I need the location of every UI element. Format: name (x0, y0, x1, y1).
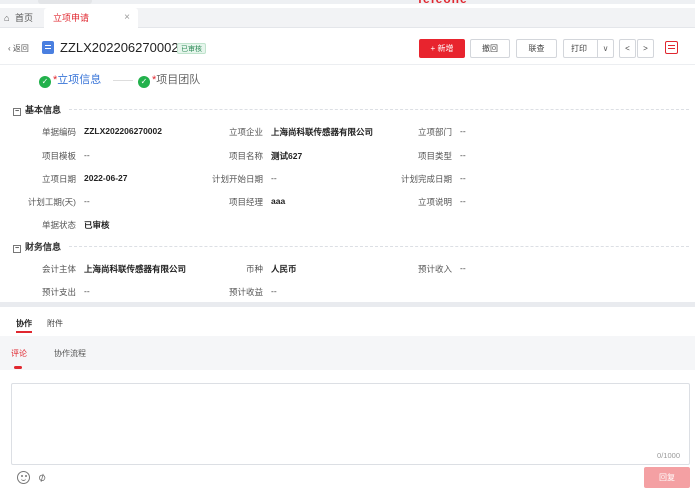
field-value-doc-no: ZZLX202206270002 (84, 126, 162, 136)
withdraw-button[interactable]: 撤回 (470, 39, 510, 58)
field-label: 计划开始日期 (211, 174, 263, 184)
document-icon (42, 41, 54, 54)
check-circle-icon: ✓ (138, 76, 150, 88)
step-label: 项目团队 (156, 74, 201, 86)
collapse-icon[interactable]: − (13, 108, 21, 116)
section-divider (69, 109, 689, 110)
field-label: 预计支出 (41, 287, 76, 297)
field-label: 单据编码 (41, 127, 76, 137)
status-badge: 已审核 (177, 43, 206, 54)
tab-bar: ⌂ 首页 立项申请 × (0, 8, 695, 28)
field-value-expense: -- (84, 286, 90, 296)
tab-project-apply-label: 立项申请 (53, 13, 90, 23)
field-value-income: -- (460, 263, 466, 273)
field-label: 项目经理 (228, 197, 263, 207)
tab-attachments[interactable]: 附件 (47, 318, 63, 329)
brand-logo: fefeone (418, 0, 468, 6)
calendar-icon[interactable] (665, 41, 678, 54)
print-button[interactable]: 打印 ∨ (563, 39, 614, 58)
field-value-profit: -- (271, 286, 277, 296)
field-label: 预计收益 (228, 287, 263, 297)
section-finance-info[interactable]: − 财务信息 (13, 240, 689, 254)
back-button[interactable]: ‹ 返回 (8, 43, 29, 54)
section-divider (69, 246, 689, 247)
step-project-info[interactable]: ✓ *立项信息 (39, 71, 101, 88)
back-label: 返回 (12, 44, 29, 53)
paperclip-icon[interactable]: ⌀ (35, 469, 48, 485)
top-strip: fefeone (0, 0, 695, 6)
field-value-dept: -- (460, 126, 466, 136)
field-label: 立项企业 (228, 127, 263, 137)
comment-input[interactable]: 0/1000 (11, 383, 690, 465)
panel-divider (0, 302, 695, 307)
comment-tabs-band: 评论 协作流程 (0, 336, 695, 370)
field-label: 项目模板 (41, 151, 76, 161)
field-label: 会计主体 (41, 264, 76, 274)
query-button[interactable]: 联查 (516, 39, 557, 58)
field-label: 项目名称 (228, 151, 263, 161)
field-label: 立项说明 (417, 197, 452, 207)
page-title: ZZLX202206270002 (60, 40, 179, 55)
add-button[interactable]: + 新增 (419, 39, 465, 58)
field-value-project-type: -- (460, 150, 466, 160)
field-value-plan-start: -- (271, 173, 277, 183)
collab-tabs: 协作 附件 (0, 318, 695, 334)
field-value-project-name: 测试627 (271, 151, 303, 161)
field-label: 计划完成日期 (400, 174, 452, 184)
field-value-manager: aaa (271, 196, 286, 206)
field-label: 单据状态 (41, 220, 76, 230)
home-icon: ⌂ (4, 13, 10, 23)
active-tab-indicator (14, 366, 22, 369)
field-label: 项目类型 (417, 151, 452, 161)
tab-comments[interactable]: 评论 (11, 348, 27, 359)
print-label: 打印 (571, 44, 587, 53)
step-label: 立项信息 (57, 74, 102, 86)
next-record-button[interactable]: > (637, 39, 654, 58)
section-title: 财务信息 (25, 242, 62, 252)
char-counter: 0/1000 (657, 451, 680, 460)
page-header: ‹ 返回 ZZLX202206270002 已审核 + 新增 撤回 联查 打印 … (0, 31, 695, 65)
field-label: 立项日期 (41, 174, 76, 184)
field-value-template: -- (84, 150, 90, 160)
field-value-currency: 人民币 (271, 264, 297, 274)
field-value-date: 2022-06-27 (84, 173, 128, 183)
field-label: 币种 (245, 264, 263, 274)
close-icon[interactable]: × (124, 8, 130, 28)
collapse-icon[interactable]: − (13, 245, 21, 253)
chevron-down-icon[interactable]: ∨ (597, 40, 613, 57)
emoji-icon[interactable] (17, 471, 30, 484)
step-project-team[interactable]: ✓ *项目团队 (138, 71, 200, 88)
tab-home-label: 首页 (15, 13, 34, 23)
tab-collab-flow[interactable]: 协作流程 (54, 348, 86, 359)
field-value-plan-end: -- (460, 173, 466, 183)
tab-project-apply[interactable]: 立项申请 × (44, 8, 138, 28)
field-value-entity: 上海尚科联传感器有限公司 (84, 264, 187, 274)
field-value-plan-days: -- (84, 196, 90, 206)
step-nav: ✓ *立项信息 ✓ *项目团队 (0, 66, 695, 92)
field-label: 预计收入 (417, 264, 452, 274)
tab-home[interactable]: ⌂ 首页 (4, 8, 33, 28)
step-connector (113, 80, 133, 81)
field-value-company: 上海尚科联传感器有限公司 (271, 127, 374, 137)
field-label: 立项部门 (417, 127, 452, 137)
prev-record-button[interactable]: < (619, 39, 636, 58)
reply-button[interactable]: 回复 (644, 467, 690, 488)
field-value-doc-status: 已审核 (84, 220, 110, 230)
top-strip-pill (38, 0, 92, 4)
check-circle-icon: ✓ (39, 76, 51, 88)
field-label: 计划工期(天) (27, 197, 76, 207)
section-title: 基本信息 (25, 105, 62, 115)
tab-collaboration[interactable]: 协作 (16, 318, 32, 333)
section-basic-info[interactable]: − 基本信息 (13, 103, 689, 117)
field-value-description: -- (460, 196, 466, 206)
